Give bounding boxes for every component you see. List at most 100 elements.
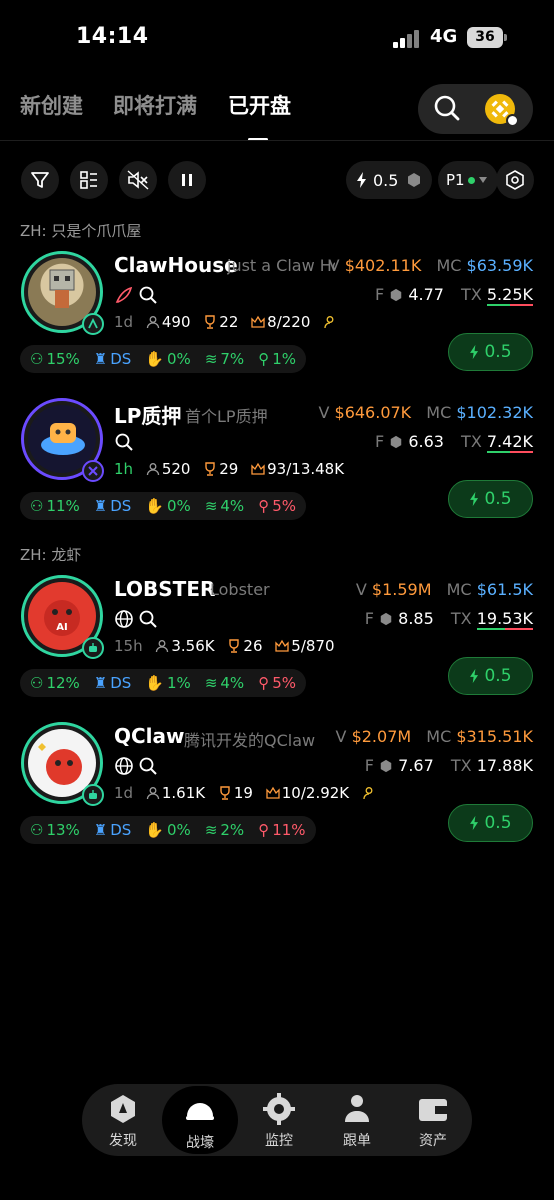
mute-button[interactable] <box>119 161 157 199</box>
volume-value: $1.59M <box>371 580 432 599</box>
tx-value: 5.25K <box>486 285 533 306</box>
dev-sold-chip: ♜ DS <box>93 674 132 692</box>
tx-value: 17.88K <box>476 756 533 775</box>
quick-buy-button[interactable]: 0.5 <box>448 333 533 371</box>
quick-buy-button[interactable]: 0.5 <box>448 657 533 695</box>
mute-icon <box>127 170 149 190</box>
nav-discover[interactable]: 发现 <box>84 1084 162 1156</box>
qclaw-icon <box>38 743 82 785</box>
trophy-icon <box>205 315 215 329</box>
token-description: 腾讯开发的QClaw <box>184 731 316 750</box>
boost-value: 0.5 <box>373 170 399 190</box>
token-stats: 15h 3.56K 26 5/870 <box>114 637 335 655</box>
lightning-icon <box>470 491 479 507</box>
crown-icon <box>251 315 265 328</box>
claw-house-icon <box>49 269 75 308</box>
marketcap-value: $61.5K <box>476 580 533 599</box>
signal-icon <box>393 28 423 48</box>
globe-icon[interactable] <box>114 609 134 629</box>
holders-icon <box>146 316 160 329</box>
status-dot <box>467 176 475 184</box>
nav-copy-trade[interactable]: 跟单 <box>318 1084 396 1156</box>
layout-button[interactable] <box>70 161 108 199</box>
fee-value: 6.63 <box>408 432 444 451</box>
filter-button[interactable] <box>21 161 59 199</box>
token-name: ClawHouse <box>114 253 238 277</box>
lobster-ai-icon: AI <box>44 600 80 636</box>
token-metrics: ⚇ 12% ♜ DS ✋ 1% ≋ 4% ⚲ 5% <box>20 669 306 697</box>
holders-icon <box>146 463 159 476</box>
search-icon[interactable] <box>432 93 462 123</box>
top-holders-chip: ⚇ 13% <box>30 821 80 839</box>
boost-selector[interactable]: 0.5 <box>346 161 432 199</box>
sniper-chip: ✋ 0% <box>145 821 191 839</box>
holders-icon <box>146 787 160 800</box>
sniper-chip: ✋ 0% <box>145 350 191 368</box>
quick-buy-button[interactable]: 0.5 <box>448 480 533 518</box>
nav-assets[interactable]: 资产 <box>394 1084 472 1156</box>
lightning-icon <box>470 668 479 684</box>
search-icon[interactable] <box>138 285 158 305</box>
search-icon[interactable] <box>114 432 134 452</box>
marketcap-value: $63.59K <box>466 256 533 275</box>
bundle-chip: ≋ 2% <box>204 821 245 839</box>
bnb-chain-icon[interactable] <box>485 94 519 127</box>
tab-opened[interactable]: 已开盘 <box>228 90 291 120</box>
sniper-chip: ✋ 1% <box>145 674 191 692</box>
pause-button[interactable] <box>168 161 206 199</box>
status-time: 14:14 <box>76 24 149 49</box>
search-icon[interactable] <box>138 756 158 776</box>
header-divider <box>0 140 554 141</box>
monitor-icon <box>263 1093 295 1125</box>
robot-badge-icon <box>82 637 104 659</box>
bottom-nav: 发现 战壕 监控 跟单 资产 <box>82 1084 472 1156</box>
token-card[interactable]: LP质押 首个LP质押 V $646.07K MC $102.32K F 6.6… <box>0 398 554 538</box>
lightning-icon <box>470 344 479 360</box>
nav-monitor[interactable]: 监控 <box>240 1084 318 1156</box>
bundle-chip: ≋ 4% <box>204 674 245 692</box>
globe-icon[interactable] <box>114 756 134 776</box>
insider-chip: ⚲ 11% <box>258 821 306 839</box>
marketcap-value: $102.32K <box>456 403 533 422</box>
feather-icon[interactable] <box>114 285 134 305</box>
tx-value: 7.42K <box>486 432 533 453</box>
trophy-icon <box>205 462 215 476</box>
trophy-icon <box>229 639 240 653</box>
status-bar: 14:14 4G 36 <box>0 0 554 76</box>
insider-chip: ⚲ 5% <box>258 674 296 692</box>
token-card[interactable]: QClaw 腾讯开发的QClaw V $2.07M MC $315.51K F … <box>0 722 554 862</box>
sniper-chip: ✋ 0% <box>145 497 191 515</box>
discover-icon <box>111 1095 135 1123</box>
token-card[interactable]: ClawHouse just a Claw House V $402.11K M… <box>0 251 554 391</box>
crown-count: 93/13.48K <box>267 460 345 478</box>
volume-marketcap: V $646.07K MC $102.32K <box>318 403 533 422</box>
fee-tx: F 7.67 TX 17.88K <box>364 756 533 775</box>
crown-icon <box>251 462 265 475</box>
gas-icon <box>390 288 402 302</box>
token-metrics: ⚇ 13% ♜ DS ✋ 0% ≋ 2% ⚲ 11% <box>20 816 316 844</box>
settings-button[interactable] <box>496 161 534 199</box>
volume-value: $402.11K <box>344 256 422 275</box>
lightning-icon <box>470 815 479 831</box>
preset-selector[interactable]: P1 <box>438 161 498 199</box>
battery-icon: 36 <box>467 27 507 48</box>
pause-icon <box>182 174 192 186</box>
token-age: 15h <box>114 637 143 655</box>
copy-trade-icon <box>345 1095 369 1122</box>
holders-count: 520 <box>161 460 191 478</box>
tab-almost-full[interactable]: 即将打满 <box>113 90 197 120</box>
quick-buy-button[interactable]: 0.5 <box>448 804 533 842</box>
token-age: 1d <box>114 313 134 331</box>
wallet-icon <box>419 1099 447 1121</box>
trophy-count: 22 <box>219 313 239 331</box>
search-icon[interactable] <box>138 609 158 629</box>
volume-marketcap: V $1.59M MC $61.5K <box>355 580 533 599</box>
token-stats: 1d 490 22 8/220 <box>114 313 339 331</box>
gas-icon <box>408 173 421 187</box>
token-metrics: ⚇ 15% ♜ DS ✋ 0% ≋ 7% ⚲ 1% <box>20 345 306 373</box>
holders-count: 1.61K <box>161 784 206 802</box>
token-card[interactable]: AI LOBSTER Lobster V $1.59M MC $61.5K F … <box>0 575 554 715</box>
tab-new[interactable]: 新创建 <box>20 90 83 120</box>
nav-trenches[interactable]: 战壕 <box>162 1086 238 1154</box>
fee-value: 4.77 <box>408 285 444 304</box>
